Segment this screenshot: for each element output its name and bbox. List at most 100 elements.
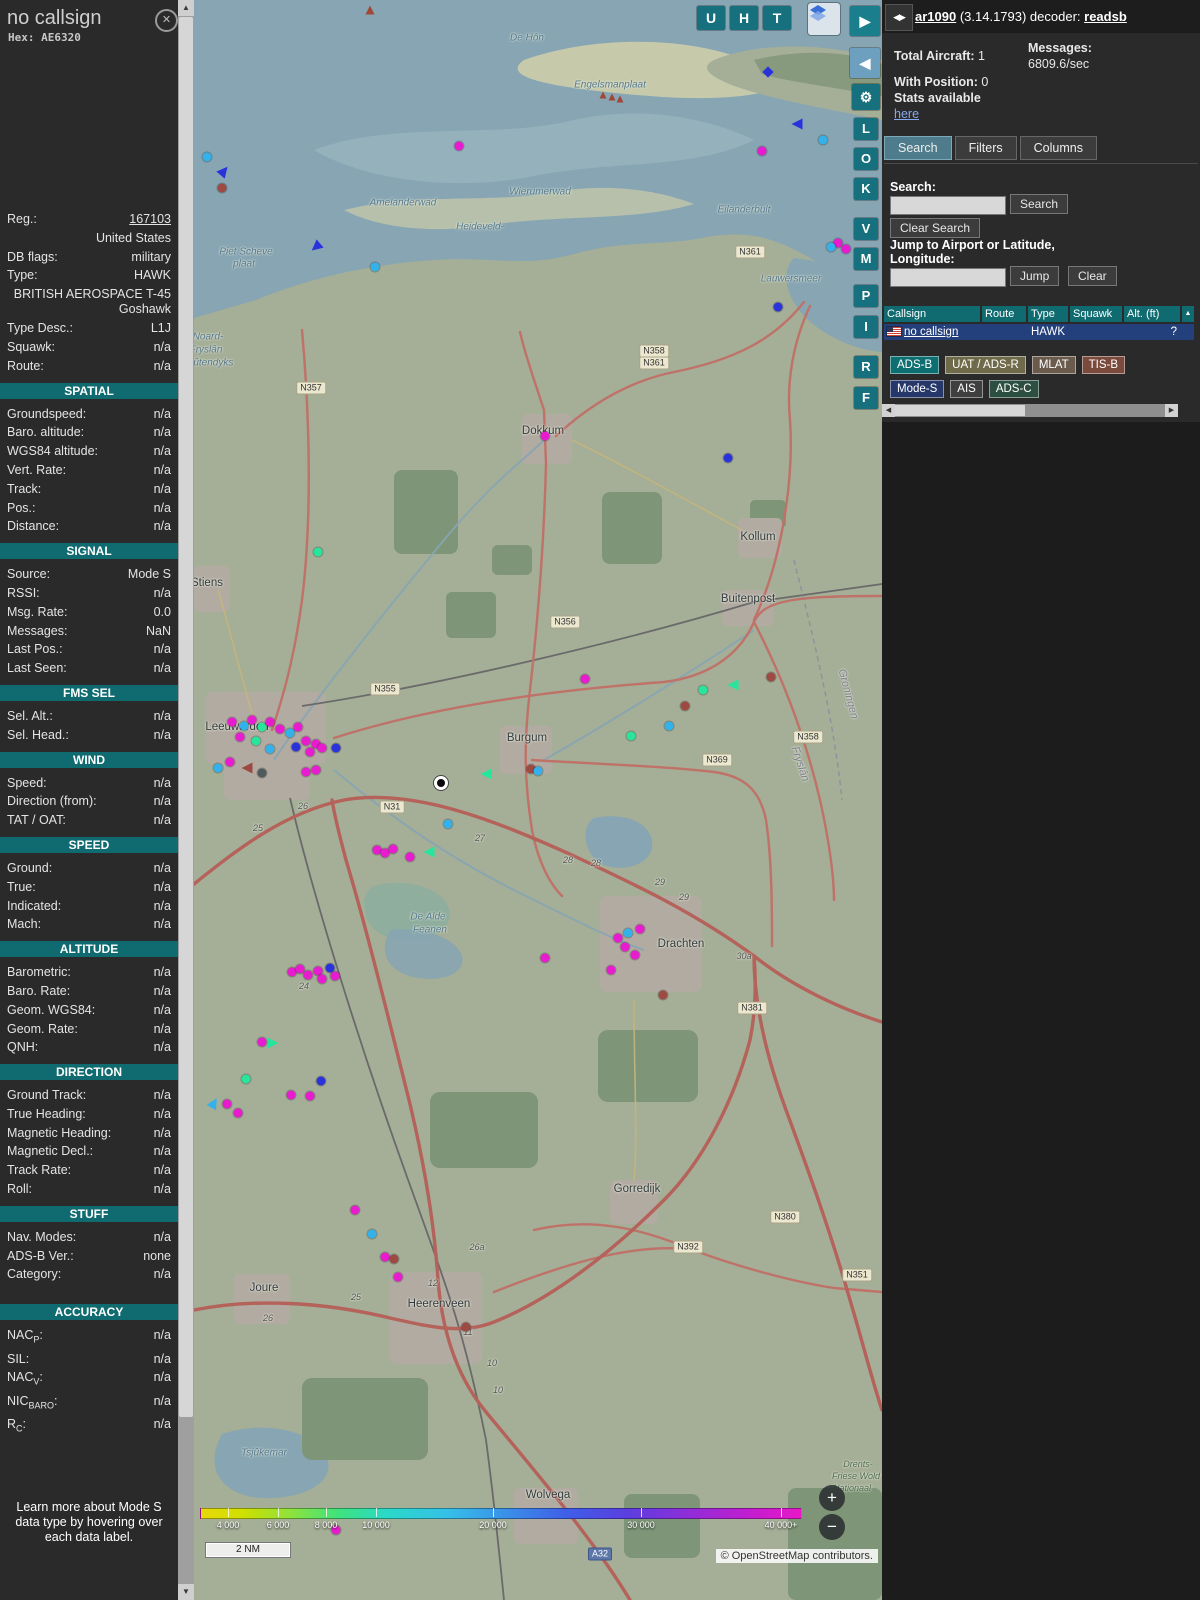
legend-badge-uat-ads-r[interactable]: UAT / ADS-R bbox=[945, 356, 1026, 374]
scroll-down-icon[interactable]: ▼ bbox=[178, 1584, 194, 1600]
data-row: Distance: n/a bbox=[7, 517, 171, 536]
data-row: Nav. Modes: n/a bbox=[7, 1228, 171, 1247]
data-label: Baro. altitude: bbox=[7, 425, 85, 440]
map-shortcut-l[interactable]: L bbox=[854, 118, 878, 140]
section-header-wind: WIND bbox=[0, 751, 178, 768]
info-value: BRITISH AEROSPACE T-45 Goshawk bbox=[13, 287, 171, 317]
hscroll-left-icon[interactable]: ◀ bbox=[882, 404, 895, 417]
tab-filters[interactable]: Filters bbox=[954, 136, 1017, 160]
data-value: n/a bbox=[153, 879, 171, 894]
data-value: n/a bbox=[153, 727, 171, 742]
hscroll-right-icon[interactable]: ▶ bbox=[1165, 404, 1178, 417]
legend-badge-tis-b[interactable]: TIS-B bbox=[1081, 356, 1126, 374]
data-label: Sel. Head.: bbox=[7, 727, 69, 742]
close-icon[interactable]: ✕ bbox=[155, 9, 178, 32]
data-label: Last Seen: bbox=[7, 661, 67, 676]
map-shortcut-i[interactable]: I bbox=[854, 316, 878, 338]
stats-left-column: Total Aircraft: 1 With Position: 0 Stats… bbox=[894, 48, 1026, 122]
data-label: Pos.: bbox=[7, 500, 36, 515]
jump-input[interactable] bbox=[890, 268, 1006, 287]
map-shortcut-v[interactable]: V bbox=[854, 218, 878, 240]
data-value: n/a bbox=[153, 860, 171, 875]
altitude-tick-label: 10 000 bbox=[362, 1520, 390, 1530]
search-button[interactable]: Search bbox=[1010, 194, 1069, 214]
map-button-t[interactable]: T bbox=[763, 6, 791, 30]
jump-clear-button[interactable]: Clear bbox=[1068, 266, 1117, 286]
zoom-out-button[interactable]: − bbox=[819, 1514, 845, 1540]
legend-badge-ads-b[interactable]: ADS-B bbox=[890, 356, 940, 374]
tab-search[interactable]: Search bbox=[884, 136, 952, 160]
data-row: True Heading: n/a bbox=[7, 1105, 171, 1124]
settings-gear-icon[interactable]: ⚙ bbox=[852, 84, 880, 110]
info-label: DB flags: bbox=[7, 249, 58, 264]
altitude-tick-label: 8 000 bbox=[314, 1520, 338, 1530]
panel-collapse-button[interactable]: ◀ bbox=[850, 48, 880, 78]
data-row: RC: n/a bbox=[7, 1415, 171, 1438]
panel-expand-button[interactable]: ▶ bbox=[850, 6, 880, 36]
mode-s-hint: Learn more about Mode S data type by hov… bbox=[15, 1500, 163, 1544]
layers-button[interactable] bbox=[808, 3, 840, 35]
legend-badge-ais[interactable]: AIS bbox=[950, 380, 983, 398]
scrollbar-thumb[interactable] bbox=[179, 17, 193, 1417]
app-name-link[interactable]: ar1090 bbox=[915, 9, 956, 24]
data-label: Indicated: bbox=[7, 898, 62, 913]
data-label: NACP: bbox=[7, 1328, 43, 1345]
legend-badge-ads-c[interactable]: ADS-C bbox=[988, 380, 1039, 398]
data-value: n/a bbox=[153, 794, 171, 809]
map-shortcut-r[interactable]: R bbox=[854, 356, 878, 378]
legend-badge-mode-s[interactable]: Mode-S bbox=[890, 380, 945, 398]
cell-route bbox=[982, 324, 1026, 340]
callsign-link[interactable]: no callsign bbox=[904, 326, 958, 338]
data-label: WGS84 altitude: bbox=[7, 444, 99, 459]
data-row: Ground: n/a bbox=[7, 859, 171, 878]
data-label: Ground: bbox=[7, 860, 53, 875]
data-value: n/a bbox=[153, 813, 171, 828]
info-row: Route: n/a bbox=[7, 357, 171, 376]
aircraft-detail-sidebar: no callsign Hex: AE6320 ✕ Reg.: 167103 Uni… bbox=[0, 0, 178, 1600]
data-value: n/a bbox=[153, 708, 171, 723]
info-value[interactable]: 167103 bbox=[129, 210, 171, 229]
altitude-tick-label: 4 000 bbox=[216, 1520, 240, 1530]
column-header-squawk[interactable]: Squawk bbox=[1070, 306, 1122, 322]
aircraft-detail-body: Reg.: 167103 United States DB flags: militar… bbox=[0, 46, 178, 1496]
hscroll-thumb[interactable] bbox=[895, 405, 1025, 416]
with-position: With Position: 0 bbox=[894, 75, 989, 89]
map-button-h[interactable]: H bbox=[730, 6, 758, 30]
legend-badge-mlat[interactable]: MLAT bbox=[1031, 356, 1076, 374]
info-row: Reg.: 167103 bbox=[7, 210, 171, 229]
tab-columns[interactable]: Columns bbox=[1019, 136, 1097, 160]
osm-attribution[interactable]: © OpenStreetMap contributors. bbox=[715, 1549, 878, 1563]
clear-search-button[interactable]: Clear Search bbox=[890, 218, 981, 238]
map[interactable]: Dokkum Kollum Buitenpost Stiens Burgum Leeuwa… bbox=[194, 0, 882, 1600]
search-input[interactable] bbox=[890, 196, 1006, 215]
map-button-u[interactable]: U bbox=[697, 6, 725, 30]
table-vscroll-up[interactable]: ▲ bbox=[1182, 306, 1194, 322]
column-header-callsign[interactable]: Callsign bbox=[884, 306, 980, 322]
column-header-route[interactable]: Route bbox=[982, 306, 1026, 322]
decoder-link[interactable]: readsb bbox=[1084, 9, 1127, 24]
tar1090-side-panel: ◀▶ ar1090 (3.14.1793) decoder: readsb To… bbox=[882, 0, 1200, 1600]
zoom-in-button[interactable]: + bbox=[819, 1485, 845, 1511]
data-row: Geom. Rate: n/a bbox=[7, 1020, 171, 1039]
data-row: ADS-B Ver.: none bbox=[7, 1247, 171, 1266]
map-shortcut-f[interactable]: F bbox=[854, 387, 878, 409]
scroll-up-icon[interactable]: ▲ bbox=[178, 0, 194, 16]
data-label: Last Pos.: bbox=[7, 642, 63, 657]
column-header-type[interactable]: Type bbox=[1028, 306, 1068, 322]
column-header-altft[interactable]: Alt. (ft) bbox=[1124, 306, 1180, 322]
map-shortcut-p[interactable]: P bbox=[854, 285, 878, 307]
map-shortcut-k[interactable]: K bbox=[854, 178, 878, 200]
panel-toggle-button[interactable]: ◀▶ bbox=[885, 4, 913, 31]
sidebar-scrollbar[interactable]: ▲ ▼ bbox=[178, 0, 194, 1600]
aircraft-table-row[interactable]: no callsign HAWK? bbox=[884, 324, 1194, 340]
table-hscrollbar[interactable]: ◀ ▶ bbox=[882, 404, 1178, 417]
map-shortcut-o[interactable]: O bbox=[854, 148, 878, 170]
stats-here-link[interactable]: here bbox=[894, 107, 919, 121]
data-value: n/a bbox=[153, 1393, 171, 1408]
selected-aircraft-marker[interactable] bbox=[434, 776, 448, 790]
map-shortcut-m[interactable]: M bbox=[854, 248, 878, 270]
jump-button[interactable]: Jump bbox=[1010, 266, 1060, 286]
data-row: Baro. altitude: n/a bbox=[7, 423, 171, 442]
info-label: Route: bbox=[7, 358, 44, 373]
data-label: Geom. WGS84: bbox=[7, 1002, 96, 1017]
